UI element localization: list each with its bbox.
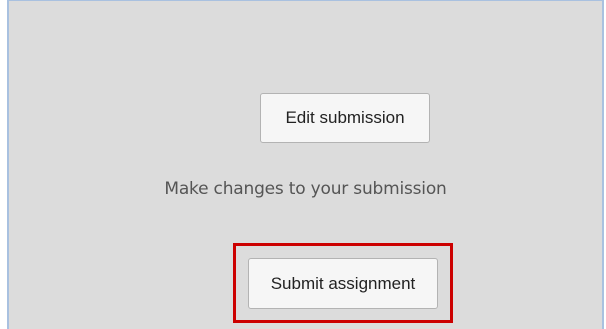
submission-panel: Edit submission Make changes to your sub… bbox=[7, 0, 604, 329]
edit-submission-help-text: Make changes to your submission bbox=[164, 179, 447, 199]
submit-assignment-button[interactable]: Submit assignment bbox=[248, 258, 438, 309]
edit-submission-button[interactable]: Edit submission bbox=[260, 93, 430, 143]
